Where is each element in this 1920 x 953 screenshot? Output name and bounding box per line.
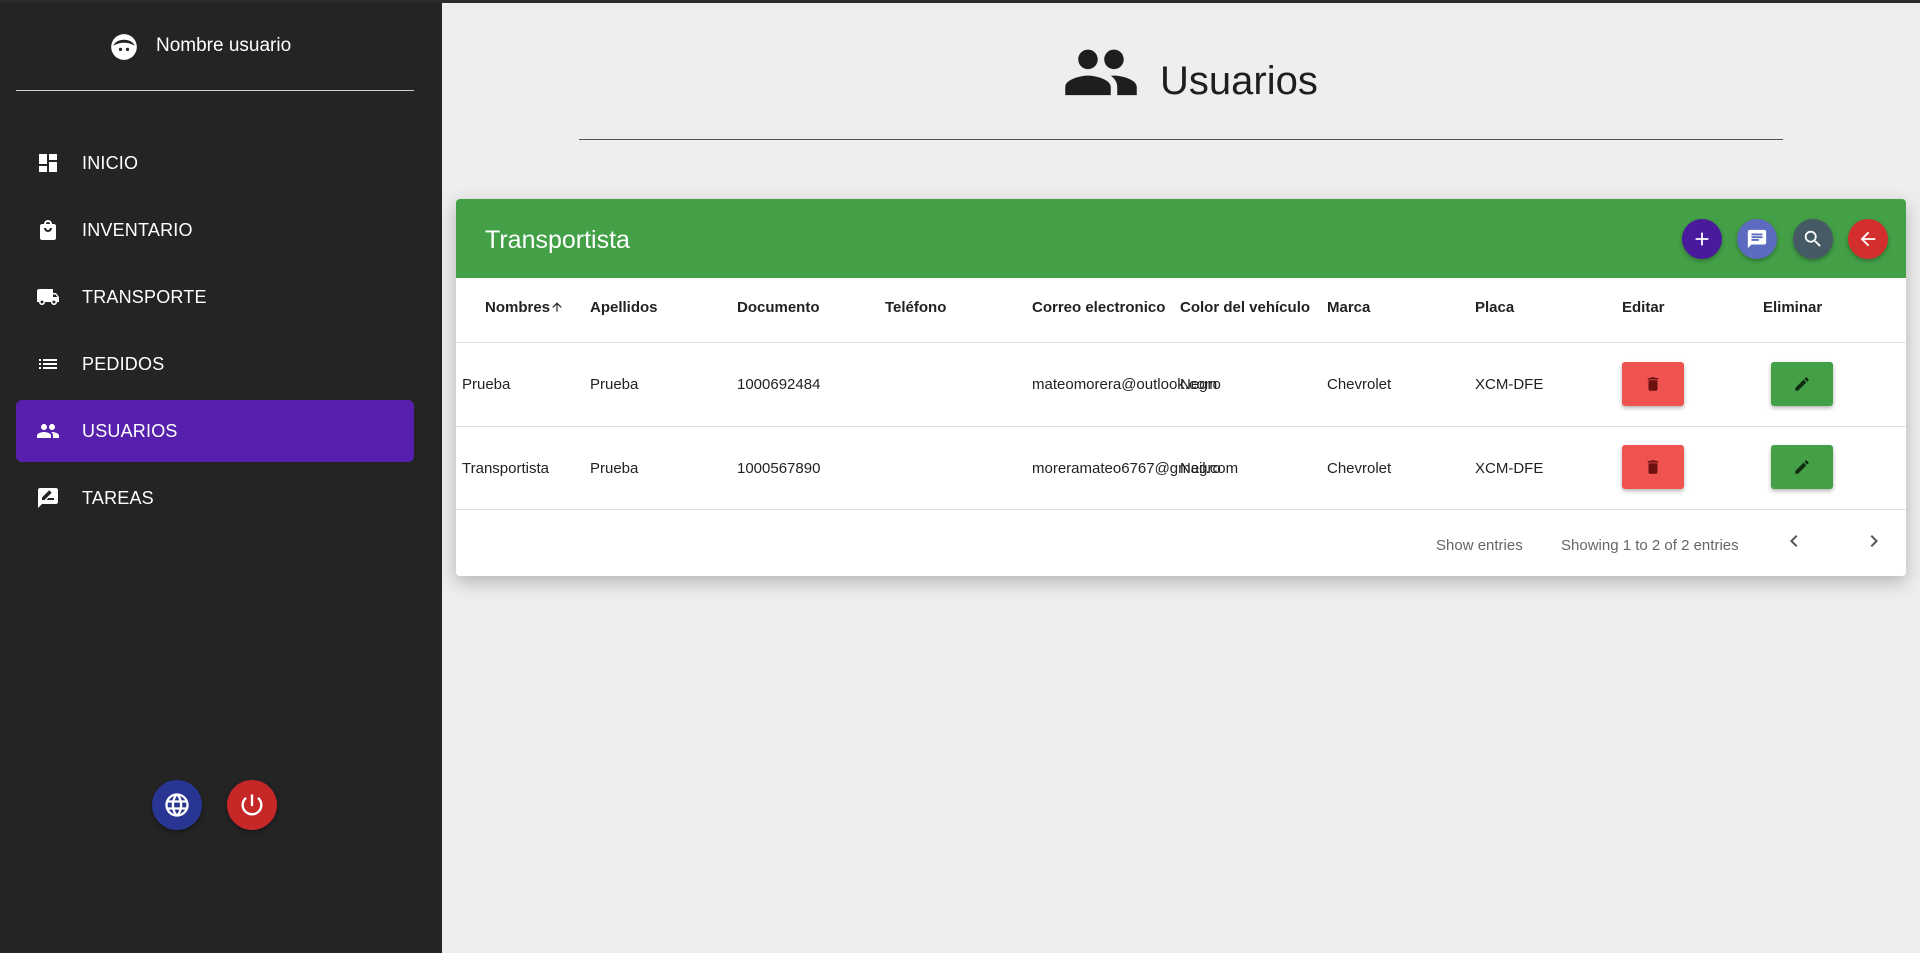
language-button[interactable]: [152, 780, 202, 830]
divider: [456, 426, 1906, 427]
list-icon: [39, 359, 57, 369]
cell-placa: XCM-DFE: [1475, 460, 1544, 477]
search-icon: [1804, 230, 1821, 247]
add-button[interactable]: [1682, 219, 1722, 259]
page-title: Usuarios: [1160, 59, 1318, 103]
column-header-placa[interactable]: Placa: [1475, 299, 1514, 316]
cell-documento: 1000567890: [737, 460, 821, 477]
delete-button[interactable]: [1622, 362, 1684, 406]
truck-icon: [37, 289, 59, 305]
chevron-right-icon[interactable]: [1862, 529, 1886, 553]
cell-marca: Chevrolet: [1327, 460, 1392, 477]
divider: [579, 139, 1783, 140]
back-button[interactable]: [1848, 219, 1888, 259]
chevron-left-icon[interactable]: [1782, 529, 1806, 553]
sidebar-item-transporte[interactable]: TRANSPORTE: [16, 266, 414, 328]
sidebar-item-label: TRANSPORTE: [82, 286, 207, 307]
face-icon: [111, 34, 137, 60]
cell-apellidos: Prueba: [590, 460, 639, 477]
globe-icon: [165, 793, 189, 817]
pencil-icon: [1795, 377, 1809, 391]
chat-icon: [1747, 229, 1767, 249]
people-icon: [1065, 49, 1137, 96]
column-header-eliminar: Eliminar: [1763, 299, 1823, 316]
trash-icon: [1647, 377, 1659, 391]
cell-nombres: Transportista: [462, 460, 549, 477]
show-entries-select[interactable]: Show entries: [1436, 537, 1523, 554]
dashboard-icon: [39, 154, 57, 172]
sidebar-item-label: TAREAS: [82, 487, 154, 508]
arrow-upward-icon: [552, 302, 562, 312]
column-header-editar: Editar: [1622, 299, 1665, 316]
sidebar-item-pedidos[interactable]: PEDIDOS: [16, 333, 414, 395]
divider: [456, 509, 1906, 510]
cell-color: Negro: [1180, 460, 1221, 477]
pencil-icon: [1795, 460, 1809, 474]
sidebar-item-label: PEDIDOS: [82, 353, 165, 374]
sidebar: Nombre usuario INICIO INVENTARIO TRANSPO…: [0, 3, 442, 953]
plus-icon: [1695, 232, 1709, 246]
delete-button[interactable]: [1622, 445, 1684, 489]
search-button[interactable]: [1793, 219, 1833, 259]
cell-documento: 1000692484: [737, 376, 821, 393]
cell-marca: Chevrolet: [1327, 376, 1392, 393]
rate-review-icon: [38, 488, 58, 508]
pagination-info: Showing 1 to 2 of 2 entries: [1561, 537, 1739, 554]
sidebar-item-label: INVENTARIO: [82, 219, 193, 240]
user-name: Nombre usuario: [156, 35, 292, 56]
sidebar-item-inicio[interactable]: INICIO: [16, 132, 414, 194]
arrow-back-icon: [1860, 231, 1876, 247]
edit-button[interactable]: [1771, 445, 1833, 489]
column-header-telefono[interactable]: Teléfono: [885, 299, 946, 316]
column-header-nombres[interactable]: Nombres: [485, 299, 564, 316]
cell-placa: XCM-DFE: [1475, 376, 1544, 393]
column-header-color[interactable]: Color del vehículo: [1180, 299, 1310, 316]
power-icon: [241, 794, 263, 816]
sidebar-item-inventario[interactable]: INVENTARIO: [16, 199, 414, 261]
sidebar-item-tareas[interactable]: TAREAS: [16, 467, 414, 529]
shopping-bag-icon: [40, 220, 56, 240]
column-header-documento[interactable]: Documento: [737, 299, 820, 316]
people-icon: [37, 424, 59, 438]
column-header-label: Nombres: [485, 299, 551, 316]
cell-nombres: Prueba: [462, 376, 511, 393]
sidebar-item-label: INICIO: [82, 152, 139, 173]
sidebar-item-usuarios[interactable]: USUARIOS: [16, 400, 414, 462]
cell-apellidos: Prueba: [590, 376, 639, 393]
sidebar-item-label: USUARIOS: [82, 420, 178, 441]
transportista-table-card: Transportista Nombres Apellidos Document…: [456, 199, 1906, 576]
message-button[interactable]: [1737, 219, 1777, 259]
divider: [456, 342, 1906, 343]
cell-color: Negro: [1180, 376, 1221, 393]
user-profile: Nombre usuario: [16, 3, 414, 91]
table-toolbar: Transportista: [456, 199, 1906, 278]
column-header-correo[interactable]: Correo electronico: [1032, 299, 1165, 316]
edit-button[interactable]: [1771, 362, 1833, 406]
column-header-marca[interactable]: Marca: [1327, 299, 1370, 316]
trash-icon: [1647, 460, 1659, 474]
logout-button[interactable]: [227, 780, 277, 830]
table-title: Transportista: [485, 226, 630, 254]
column-header-apellidos[interactable]: Apellidos: [590, 299, 658, 316]
